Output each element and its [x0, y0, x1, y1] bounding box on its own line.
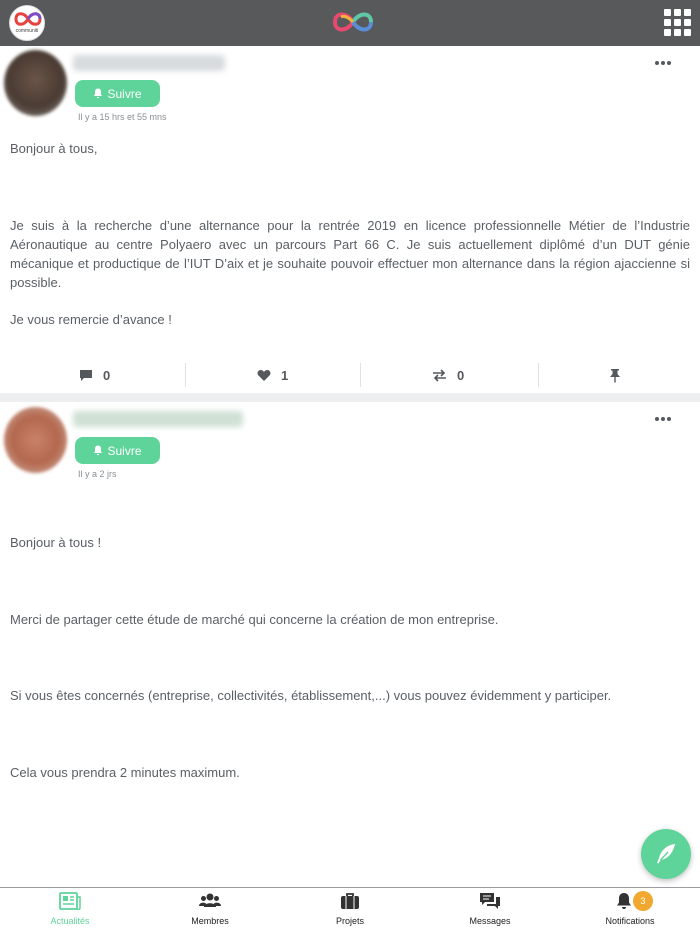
bottom-navigation: Actualités Membres Projets Messages Noti… — [0, 887, 700, 934]
share-button[interactable]: 0 — [432, 359, 464, 391]
top-bar: communiti — [0, 0, 700, 46]
post-paragraph: Merci de partager cette étude de marché … — [10, 612, 499, 627]
pin-icon — [610, 368, 620, 383]
feed-post: Suivre Il y a 15 hrs et 55 mns Bonjour à… — [0, 46, 700, 393]
users-icon — [199, 893, 221, 907]
post-timestamp: Il y a 2 jrs — [78, 469, 117, 479]
grid-menu-icon[interactable] — [664, 9, 692, 37]
post-paragraph: Bonjour à tous, — [10, 141, 98, 156]
divider — [360, 363, 361, 387]
post-separator — [0, 393, 700, 402]
like-button[interactable]: 1 — [257, 359, 288, 391]
app-logo[interactable]: communiti — [9, 5, 45, 41]
tab-label: Membres — [191, 916, 229, 926]
post-timestamp: Il y a 15 hrs et 55 mns — [78, 112, 167, 122]
post-paragraph: Je suis à la recherche d’une alternance … — [10, 218, 690, 290]
repost-icon — [433, 368, 446, 382]
infinity-logo-icon — [332, 12, 373, 32]
pin-button[interactable] — [609, 359, 621, 391]
bell-icon — [94, 88, 103, 99]
post-paragraph: Je vous remercie d’avance ! — [10, 312, 172, 327]
follow-label: Suivre — [107, 443, 142, 458]
tab-membres[interactable]: Membres — [140, 888, 280, 934]
author-name-redacted — [73, 55, 225, 71]
tab-actualites[interactable]: Actualités — [0, 888, 140, 934]
app-logo-text: communiti — [15, 28, 39, 34]
notifications-badge: 3 — [633, 891, 653, 911]
infinity-logo-icon — [14, 12, 42, 26]
post-paragraph: Bonjour à tous ! — [10, 535, 102, 550]
more-options-icon[interactable] — [655, 58, 675, 68]
heart-icon — [257, 369, 271, 381]
bell-icon — [617, 893, 631, 909]
follow-label: Suivre — [107, 86, 142, 101]
tab-label: Actualités — [50, 916, 90, 926]
newspaper-icon — [59, 892, 81, 910]
bell-icon — [94, 445, 103, 456]
comment-button[interactable]: 0 — [79, 359, 110, 391]
share-count: 0 — [457, 367, 465, 383]
more-options-icon[interactable] — [655, 414, 675, 424]
avatar[interactable] — [4, 50, 67, 116]
feed-post: Suivre Il y a 2 jrs Bonjour à tous ! Mer… — [0, 402, 700, 887]
chat-icon — [480, 893, 500, 909]
tab-label: Messages — [469, 916, 511, 926]
comment-count: 0 — [103, 367, 111, 383]
tab-label: Notifications — [605, 916, 655, 926]
post-actions: 0 1 0 — [0, 359, 700, 393]
avatar[interactable] — [4, 407, 67, 473]
follow-button[interactable]: Suivre — [75, 437, 160, 464]
tab-label: Projets — [335, 916, 364, 926]
briefcase-icon — [341, 893, 359, 909]
post-paragraph: Si vous êtes concernés (entreprise, coll… — [10, 688, 612, 703]
divider — [185, 363, 186, 387]
follow-button[interactable]: Suivre — [75, 80, 160, 107]
post-paragraph: Cela vous prendra 2 minutes maximum. — [10, 765, 240, 780]
tab-notifications[interactable]: Notifications — [560, 888, 700, 934]
comment-icon — [80, 369, 92, 381]
compose-post-button[interactable] — [641, 829, 691, 879]
tab-messages[interactable]: Messages — [420, 888, 560, 934]
divider — [538, 363, 539, 387]
author-name-redacted — [73, 411, 243, 427]
like-count: 1 — [281, 367, 289, 383]
feather-icon — [657, 844, 675, 864]
tab-projets[interactable]: Projets — [280, 888, 420, 934]
